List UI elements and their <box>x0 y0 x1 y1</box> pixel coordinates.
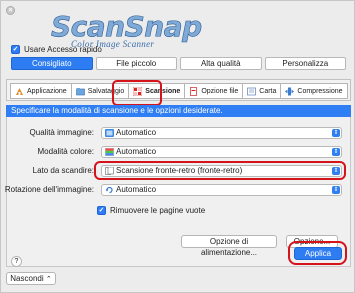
image-quality-value: Automatico <box>116 128 157 137</box>
compression-icon <box>285 87 295 95</box>
tab-bar: Applicazione Salvataggio Scansione Opzio… <box>6 79 351 101</box>
color-icon <box>105 148 114 156</box>
image-rotation-label: Rotazione dell'immagine: <box>4 185 94 194</box>
remove-blank-pages-label: Rimuovere le pagine vuote <box>110 206 206 215</box>
profile-small-file-button[interactable]: File piccolo <box>95 57 177 70</box>
image-quality-select[interactable]: Automatico ⇕ <box>101 127 342 139</box>
quick-access-label: Usare Accesso rapido <box>24 45 102 54</box>
color-mode-row: Modalità colore: Automatico ⇕ <box>1 146 355 159</box>
file-option-icon <box>190 86 198 96</box>
chevron-up-icon: ⌃ <box>45 276 52 283</box>
image-rotation-row: Rotazione dell'immagine: Automatico ⇕ <box>1 184 355 197</box>
profile-customize-button[interactable]: Personalizza <box>264 57 346 70</box>
quick-access-checkbox[interactable]: ✓ <box>11 45 20 54</box>
tab-application-label: Applicazione <box>27 87 67 95</box>
tab-file-option[interactable]: Opzione file <box>184 83 243 99</box>
remove-blank-pages-row[interactable]: ✓ Rimuovere le pagine vuote <box>97 206 205 215</box>
scansnap-settings-window: × ScanSnap Color Image Scanner ✓ Usare A… <box>0 0 355 293</box>
image-rotation-value: Automatico <box>116 185 157 194</box>
rotation-icon <box>105 186 113 194</box>
chevron-updown-icon: ⇕ <box>332 186 340 194</box>
color-mode-value: Automatico <box>116 147 157 156</box>
color-mode-select[interactable]: Automatico ⇕ <box>101 146 342 158</box>
quality-icon <box>105 129 114 137</box>
color-mode-label: Modalità colore: <box>37 147 94 156</box>
hide-button-label: Nascondi <box>10 274 44 283</box>
help-button[interactable]: ? <box>11 256 22 267</box>
scan-side-highlight <box>94 161 346 180</box>
image-quality-label: Qualità immagine: <box>29 128 94 137</box>
chevron-updown-icon: ⇕ <box>332 148 340 156</box>
logo-title: ScanSnap <box>51 10 203 43</box>
tab-compression[interactable]: Compressione <box>280 83 348 99</box>
hide-button[interactable]: Nascondi ⌃ <box>6 272 56 285</box>
close-icon[interactable]: × <box>6 6 15 15</box>
image-quality-row: Qualità immagine: Automatico ⇕ <box>1 127 355 140</box>
profile-high-quality-button[interactable]: Alta qualità <box>180 57 262 70</box>
quick-access-row[interactable]: ✓ Usare Accesso rapido <box>11 45 102 54</box>
paper-icon <box>247 87 257 95</box>
save-icon <box>75 87 85 95</box>
scan-side-label: Lato da scandire: <box>32 166 94 175</box>
remove-blank-pages-checkbox[interactable]: ✓ <box>97 206 106 215</box>
instruction-banner: Specificare la modalità di scansione e l… <box>6 105 351 117</box>
feed-option-button[interactable]: Opzione di alimentazione... <box>181 235 277 257</box>
application-icon <box>16 87 23 95</box>
profile-selector: Consigliato File piccolo Alta qualità Pe… <box>11 57 346 70</box>
tab-paper-label: Carta <box>259 87 277 95</box>
tab-compression-label: Compressione <box>297 87 343 95</box>
chevron-updown-icon: ⇕ <box>332 129 340 137</box>
profile-recommended-button[interactable]: Consigliato <box>11 57 93 70</box>
tab-application[interactable]: Applicazione <box>10 83 71 99</box>
apply-button-highlight <box>288 241 347 265</box>
tab-paper[interactable]: Carta <box>242 83 281 99</box>
tab-file-option-label: Opzione file <box>201 87 239 95</box>
image-rotation-select[interactable]: Automatico ⇕ <box>101 184 342 196</box>
scansnap-logo: ScanSnap Color Image Scanner <box>51 10 203 49</box>
scan-tab-highlight <box>112 80 162 106</box>
